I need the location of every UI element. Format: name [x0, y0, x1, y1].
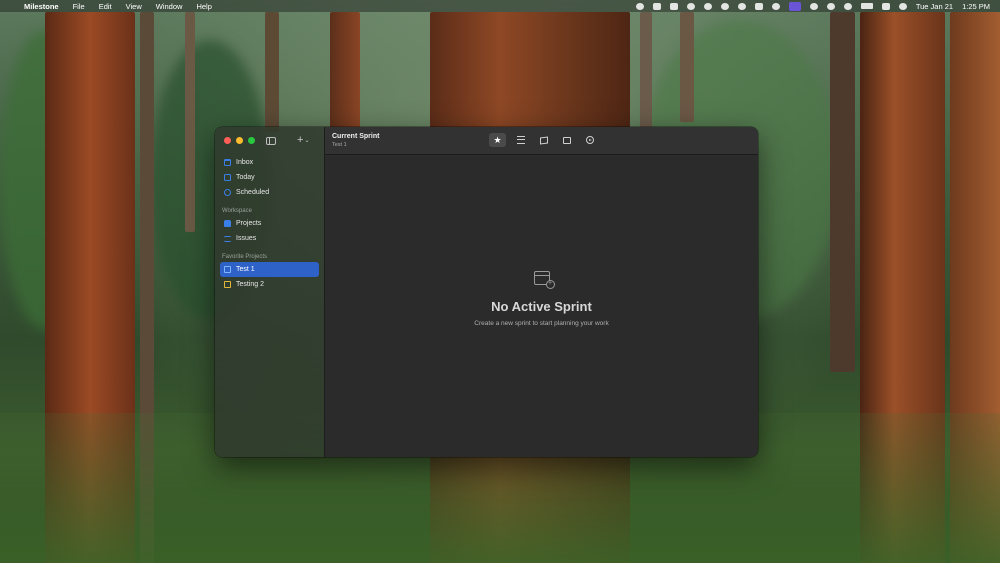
sidebar-item-label: Scheduled — [236, 189, 270, 196]
inbox-icon — [224, 159, 231, 166]
chevron-down-icon: ⌄ — [304, 137, 310, 144]
sidebar-item-projects[interactable]: Projects — [220, 216, 319, 231]
main-content: Current Sprint Test 1 ★ + No Active Spri… — [325, 127, 758, 457]
play-button[interactable] — [581, 133, 598, 147]
menubar-time[interactable]: 1:25 PM — [962, 2, 990, 11]
folder-icon — [224, 281, 231, 288]
menubar-date[interactable]: Tue Jan 21 — [916, 2, 953, 11]
wallpaper-tree — [830, 12, 855, 372]
list-icon — [516, 136, 525, 144]
empty-state-subtitle: Create a new sprint to start planning yo… — [474, 320, 609, 327]
status-item-icon[interactable] — [737, 2, 746, 10]
backlog-button[interactable] — [558, 133, 575, 147]
menu-view[interactable]: View — [126, 2, 142, 11]
list-view-button[interactable] — [512, 133, 529, 147]
sidebar-item-issues[interactable]: Issues — [220, 231, 319, 246]
focus-icon[interactable] — [826, 2, 835, 10]
app-window: + ⌄ Inbox Today Scheduled Workspace Proj… — [215, 127, 758, 457]
sidebar-item-label: Projects — [236, 220, 262, 227]
map-icon — [539, 135, 548, 145]
battery-icon[interactable] — [860, 3, 873, 9]
empty-state-title: No Active Sprint — [491, 299, 592, 314]
minimize-window-button[interactable] — [236, 137, 243, 144]
sidebar-item-scheduled[interactable]: Scheduled — [220, 185, 319, 200]
sidebar-item-inbox[interactable]: Inbox — [220, 155, 319, 170]
status-item-icon[interactable] — [703, 2, 712, 10]
status-item-icon[interactable] — [771, 2, 780, 10]
star-icon: ★ — [493, 134, 502, 145]
sidebar-item-label: Today — [236, 174, 255, 181]
view-switcher: ★ — [489, 133, 598, 147]
wifi-icon[interactable] — [843, 2, 852, 10]
current-sprint-button[interactable]: ★ — [489, 133, 506, 147]
wallpaper-tree — [640, 12, 652, 132]
milestone-status-icon[interactable] — [788, 1, 801, 11]
sidebar-item-label: Testing 2 — [236, 281, 265, 288]
roadmap-button[interactable] — [535, 133, 552, 147]
wallpaper-tree — [265, 12, 279, 132]
sidebar-toggle-icon[interactable] — [266, 137, 276, 145]
play-circle-icon — [585, 136, 594, 144]
sidebar-item-label: Test 1 — [236, 266, 255, 273]
section-label-favorites: Favorite Projects — [222, 254, 268, 260]
status-item-icon[interactable] — [652, 2, 661, 10]
menu-file[interactable]: File — [73, 2, 85, 11]
status-item-icon[interactable] — [686, 2, 695, 10]
add-button[interactable]: + ⌄ — [297, 134, 309, 146]
folder-icon — [224, 266, 231, 273]
sidebar-item-testing-2[interactable]: Testing 2 — [220, 277, 319, 292]
menu-edit[interactable]: Edit — [99, 2, 112, 11]
wallpaper-tree — [680, 12, 694, 122]
page-subtitle: Test 1 — [332, 142, 347, 148]
sidebar-item-label: Inbox — [236, 159, 254, 166]
sidebar-item-test-1[interactable]: Test 1 — [220, 262, 319, 277]
clock-icon — [224, 189, 231, 196]
menu-bar: Milestone File Edit View Window Help Tue… — [0, 0, 1000, 12]
menu-app-name[interactable]: Milestone — [24, 2, 59, 11]
status-item-icon[interactable] — [754, 2, 763, 10]
sidebar-item-today[interactable]: Today — [220, 170, 319, 185]
zoom-window-button[interactable] — [248, 137, 255, 144]
sidebar: + ⌄ Inbox Today Scheduled Workspace Proj… — [215, 127, 325, 457]
sidebar-nav: Inbox Today Scheduled Workspace Projects — [220, 155, 319, 292]
headphones-icon[interactable] — [809, 2, 818, 10]
menu-window[interactable]: Window — [156, 2, 183, 11]
status-item-icon[interactable] — [635, 2, 644, 10]
page-title: Current Sprint — [332, 133, 380, 140]
toolbar: Current Sprint Test 1 ★ — [325, 127, 758, 155]
empty-state: + No Active Sprint Create a new sprint t… — [325, 271, 758, 327]
tray-icon — [562, 136, 571, 144]
sidebar-item-label: Issues — [236, 235, 257, 242]
projects-icon — [224, 220, 231, 227]
plus-icon: + — [297, 134, 304, 146]
siri-icon[interactable] — [898, 2, 907, 10]
control-center-icon[interactable] — [881, 2, 890, 10]
close-window-button[interactable] — [224, 137, 231, 144]
window-controls — [224, 137, 255, 144]
status-item-icon[interactable] — [669, 2, 678, 10]
section-label-workspace: Workspace — [222, 208, 252, 214]
issues-icon — [224, 235, 231, 242]
wallpaper-tree — [185, 12, 195, 232]
desktop: Milestone File Edit View Window Help Tue… — [0, 0, 1000, 563]
menu-help[interactable]: Help — [196, 2, 211, 11]
wallpaper-tree — [330, 12, 360, 132]
calendar-icon — [224, 174, 231, 181]
status-item-icon[interactable] — [720, 2, 729, 10]
calendar-add-icon: + — [533, 271, 555, 289]
